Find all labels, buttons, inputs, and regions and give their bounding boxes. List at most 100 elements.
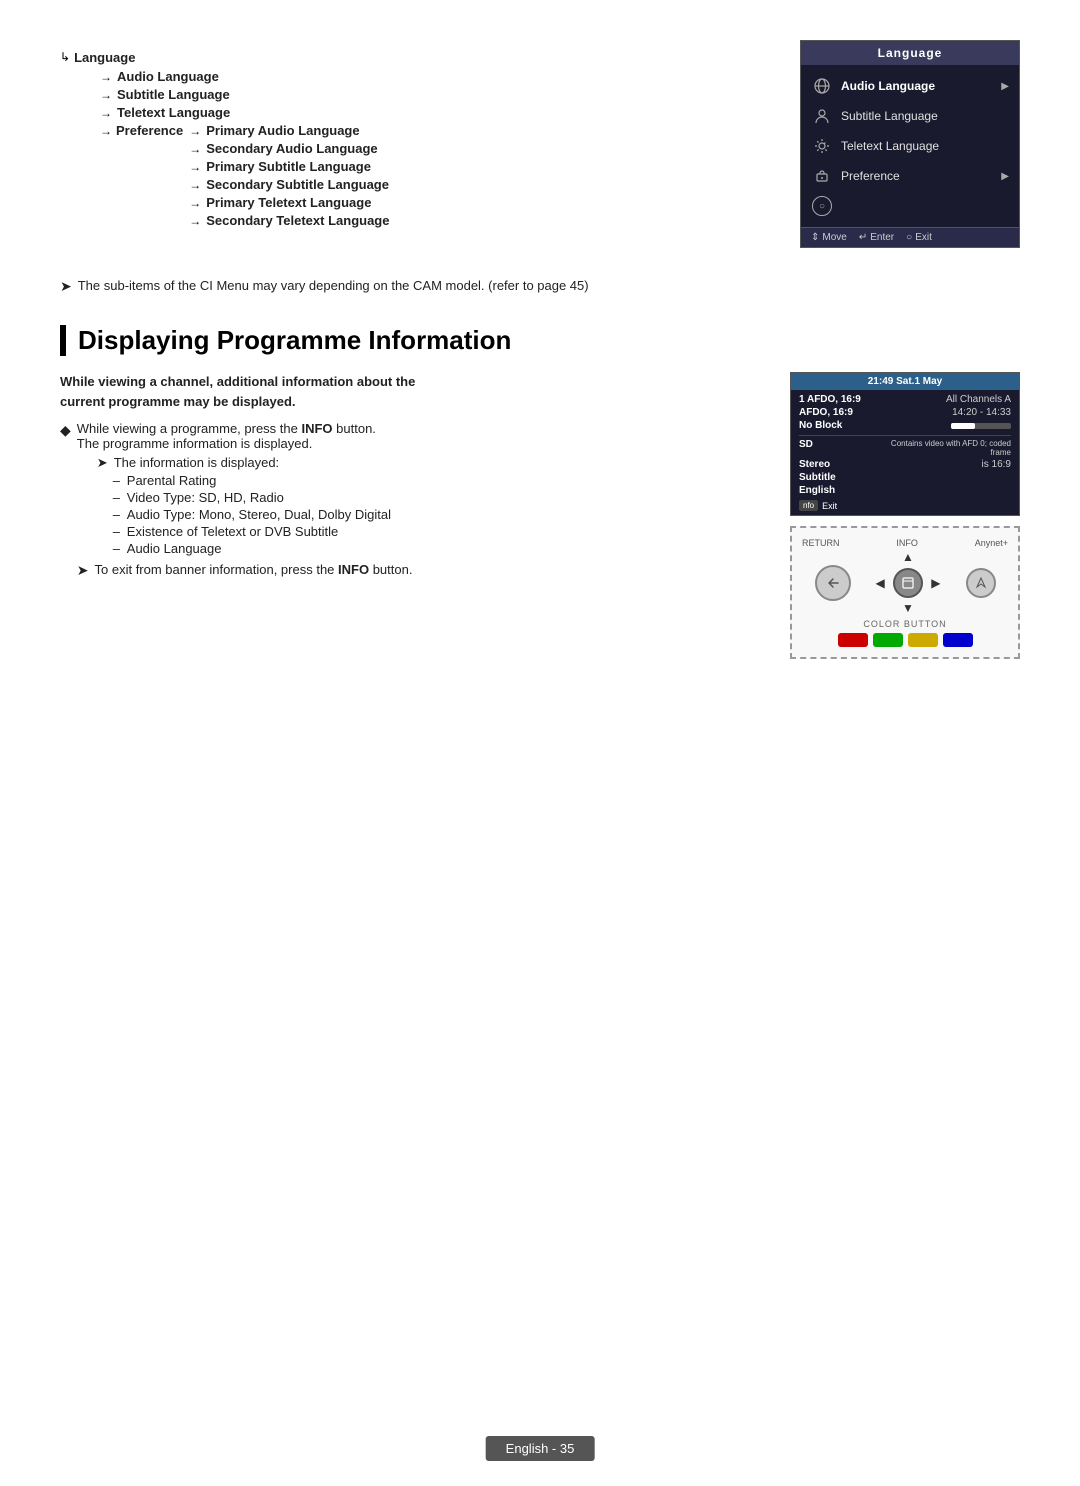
- info-row-afdo: AFDO, 16:9 14:20 - 14:33: [799, 407, 1011, 418]
- pref-item-4: → Secondary Subtitle Language: [189, 177, 389, 192]
- footer-exit: ○ Exit: [906, 232, 932, 243]
- info-exit-btn[interactable]: nfo: [799, 500, 818, 511]
- tree-branch: → Audio Language → Subtitle Language → T…: [100, 69, 770, 231]
- lock-icon: ○: [811, 195, 833, 217]
- arrow-icon: →: [189, 124, 201, 138]
- pref-item-label: Secondary Subtitle Language: [206, 177, 389, 192]
- sd-desc: Contains video with AFD 0; coded frame: [881, 439, 1011, 457]
- green-button[interactable]: [873, 633, 903, 647]
- sub-list-header-text: The information is displayed:: [114, 455, 279, 470]
- red-button[interactable]: [838, 633, 868, 647]
- dpad-left-icon[interactable]: ◀: [876, 576, 885, 590]
- bullet-item-1: ◆ While viewing a programme, press the I…: [60, 421, 760, 579]
- progress-fill: [951, 423, 975, 429]
- dpad-right-icon[interactable]: ▶: [931, 576, 940, 590]
- arrow-icon: →: [189, 160, 201, 174]
- bullet1-text-after: button.: [333, 421, 376, 436]
- tv-language-menu: Language Audio Language ▶: [800, 40, 1020, 248]
- dpad-center-button[interactable]: [893, 568, 923, 598]
- tv-menu-teletext-label: Teletext Language: [841, 139, 1009, 153]
- chevron-right-icon: ➤: [97, 455, 108, 471]
- english-label: English: [799, 485, 835, 496]
- arrow-icon: →: [100, 88, 112, 102]
- list-item: Audio Type: Mono, Stereo, Dual, Dolby Di…: [113, 507, 760, 522]
- pref-item-3: → Primary Subtitle Language: [189, 159, 389, 174]
- sub-item-text: Audio Type: Mono, Stereo, Dual, Dolby Di…: [127, 507, 391, 522]
- remote-labels-row: RETURN INFO Anynet+: [802, 538, 1008, 548]
- stereo-label: Stereo: [799, 459, 830, 470]
- footer-enter-label: Enter: [870, 232, 894, 243]
- sub-sub-list: Parental Rating Video Type: SD, HD, Radi…: [113, 473, 760, 556]
- note2-normal: To exit from banner information, press t…: [95, 562, 339, 577]
- tv-menu-row-preference: Preference ▶: [801, 161, 1019, 191]
- pref-item-6: → Secondary Teletext Language: [189, 213, 389, 228]
- pref-item-label: Secondary Teletext Language: [206, 213, 389, 228]
- pref-item-5: → Primary Teletext Language: [189, 195, 389, 210]
- color-buttons: [802, 633, 1008, 647]
- gear-icon: [811, 165, 833, 187]
- info-panel-body: 1 AFDO, 16:9 All Channels A AFDO, 16:9 1…: [791, 390, 1019, 515]
- tree-item-label: Preference: [116, 123, 183, 138]
- noblock-label: No Block: [799, 420, 842, 432]
- sub-list-header-row: ➤ The information is displayed:: [97, 455, 760, 471]
- programme-info-panel: 21:49 Sat.1 May 1 AFDO, 16:9 All Channel…: [790, 372, 1020, 516]
- language-tree: ↳ Language → Audio Language → Subtitle L…: [60, 40, 770, 231]
- yellow-button[interactable]: [908, 633, 938, 647]
- tv-menu-audio-label: Audio Language: [841, 79, 993, 93]
- arrow-icon: →: [189, 142, 201, 156]
- dpad-down-icon[interactable]: ▼: [902, 601, 914, 615]
- tv-menu-subtitle-label: Subtitle Language: [841, 109, 1009, 123]
- tree-item-label: Audio Language: [117, 69, 219, 84]
- tv-menu-row-audio: Audio Language ▶: [801, 71, 1019, 101]
- blue-button[interactable]: [943, 633, 973, 647]
- section-bar: [60, 325, 66, 356]
- info-row-stereo: Stereo is 16:9: [799, 459, 1011, 470]
- section-header: Displaying Programme Information: [60, 325, 1020, 356]
- sub-item-text: Video Type: SD, HD, Radio: [127, 490, 284, 505]
- programme-section-body: While viewing a channel, additional info…: [60, 372, 1020, 659]
- tree-item-label: Subtitle Language: [117, 87, 230, 102]
- info-panel-header: 21:49 Sat.1 May: [791, 373, 1019, 390]
- info-row-english: English: [799, 485, 1011, 496]
- all-channels-value: All Channels A: [946, 394, 1011, 405]
- globe-icon: [811, 75, 833, 97]
- preference-row: → Preference → Primary Audio Language → …: [100, 123, 770, 231]
- tv-menu-row-teletext: Teletext Language: [801, 131, 1019, 161]
- color-section-label: COLOR BUTTON: [802, 619, 1008, 629]
- remote-center-group: ▲ ▼ ◀ ▶: [802, 550, 1008, 615]
- diamond-icon: ◆: [60, 422, 71, 439]
- pref-item-label: Primary Audio Language: [206, 123, 359, 138]
- tree-item-label: Teletext Language: [117, 105, 230, 120]
- info-row-channel: 1 AFDO, 16:9 All Channels A: [799, 394, 1011, 405]
- arrow-icon: →: [100, 106, 112, 120]
- return-button[interactable]: [815, 565, 851, 601]
- info-btn-label: INFO: [896, 538, 918, 548]
- note2-text: To exit from banner information, press t…: [95, 562, 413, 577]
- bullet1-sub-text: The programme information is displayed.: [77, 436, 313, 451]
- move-arrows-icon: ⇕: [811, 232, 819, 243]
- tv-menu-body: Audio Language ▶ Subtitle Language: [801, 65, 1019, 227]
- intro-line2: current programme may be displayed.: [60, 394, 296, 409]
- bullet1-text-bold: INFO: [301, 421, 332, 436]
- footer-move: ⇕ Move: [811, 232, 847, 243]
- dpad-up-icon[interactable]: ▲: [902, 550, 914, 564]
- info-row-sd: SD Contains video with AFD 0; coded fram…: [799, 439, 1011, 457]
- list-item: Existence of Teletext or DVB Subtitle: [113, 524, 760, 539]
- anynet-button[interactable]: [966, 568, 996, 598]
- arrow-icon: →: [189, 214, 201, 228]
- sub-item-text: Audio Language: [127, 541, 222, 556]
- intro-line1: While viewing a channel, additional info…: [60, 374, 415, 389]
- sub-item-text: Parental Rating: [127, 473, 217, 488]
- lock-circle: ○: [812, 196, 832, 216]
- tree-root: ↳ Language: [60, 50, 770, 65]
- pref-item-label: Primary Subtitle Language: [206, 159, 371, 174]
- note-line-2: ➤ To exit from banner information, press…: [77, 562, 760, 579]
- pref-item-2: → Secondary Audio Language: [189, 141, 389, 156]
- tree-item-audio: → Audio Language: [100, 69, 770, 84]
- bullet-content-1: While viewing a programme, press the INF…: [77, 421, 760, 579]
- anynet-label: Anynet+: [975, 538, 1008, 548]
- info-row-noblock: No Block: [799, 420, 1011, 432]
- tree-item-subtitle: → Subtitle Language: [100, 87, 770, 102]
- tv-panels: 21:49 Sat.1 May 1 AFDO, 16:9 All Channel…: [790, 372, 1020, 659]
- top-section: ↳ Language → Audio Language → Subtitle L…: [60, 40, 1020, 248]
